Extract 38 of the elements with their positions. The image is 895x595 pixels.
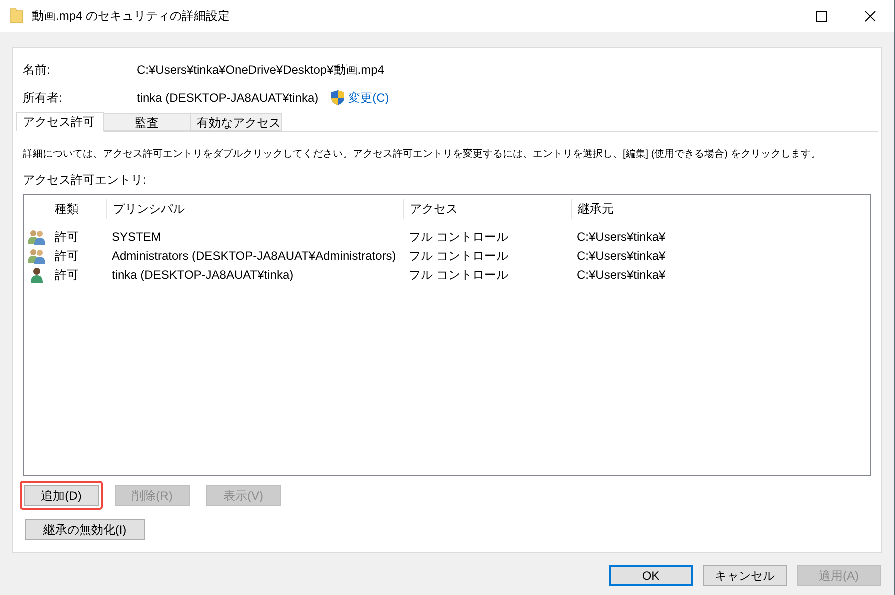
folder-icon (10, 8, 24, 24)
tab[interactable]: 監査 (103, 113, 191, 131)
entry-button[interactable]: 追加(D) (24, 485, 99, 506)
table-cell-text: 許可 (54, 228, 80, 246)
users-icon (28, 248, 46, 264)
field-value: C:¥Users¥tinka¥OneDrive¥Desktop¥動画.mp4 (137, 62, 384, 78)
user-icon (30, 266, 44, 282)
table-cell-text: 許可 (54, 266, 80, 284)
close-icon[interactable] (865, 10, 876, 22)
table-cell-text: Administrators (DESKTOP-JA8AUAT¥Administrators) (111, 248, 398, 264)
shield-icon (330, 90, 345, 106)
field-label: 名前: (23, 62, 52, 78)
entries-label: アクセス許可エントリ: (23, 172, 148, 189)
table-cell-text: フル コントロール (408, 266, 510, 284)
table-cell-text: フル コントロール (408, 228, 510, 246)
users-icon (28, 228, 46, 244)
table-cell-text: tinka (DESKTOP-JA8AUAT¥tinka) (111, 266, 295, 284)
table-cell-text: フル コントロール (408, 248, 510, 264)
column-header[interactable]: プリンシパル (106, 199, 403, 219)
field-label: 所有者: (23, 90, 64, 106)
window-title: 動画.mp4 のセキュリティの詳細設定 (32, 8, 230, 25)
tab[interactable]: アクセス許可 (16, 112, 104, 132)
column-header[interactable]: アクセス (403, 199, 571, 219)
dialog-button[interactable]: キャンセル (703, 565, 787, 586)
table-cell-text: C:¥Users¥tinka¥ (576, 248, 667, 264)
disable-inheritance-button[interactable]: 継承の無効化(I) (25, 519, 145, 540)
dialog-button[interactable]: OK (609, 565, 693, 586)
column-header[interactable]: 継承元 (571, 199, 870, 219)
tab[interactable]: 有効なアクセス (190, 113, 282, 131)
table-cell-text: 許可 (54, 248, 80, 264)
table-cell-text: SYSTEM (111, 228, 162, 246)
field-value: tinka (DESKTOP-JA8AUAT¥tinka) (137, 90, 319, 106)
description-text: 詳細については、アクセス許可エントリをダブルクリックしてください。アクセス許可エントリを変更するには、エントリを選択し、[編集] (使用できる場合) をクリックします。 (23, 148, 821, 162)
table-cell-text: C:¥Users¥tinka¥ (576, 228, 667, 246)
change-owner-link[interactable]: 変更(C) (348, 88, 390, 106)
maximize-icon[interactable] (816, 10, 827, 22)
table-cell-text: C:¥Users¥tinka¥ (576, 266, 667, 284)
column-header[interactable]: 種類 (49, 199, 106, 219)
